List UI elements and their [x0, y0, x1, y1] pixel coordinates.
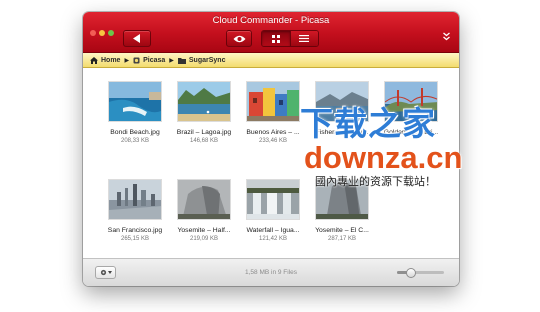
file-name: San Francisco.jpg — [107, 227, 163, 234]
breadcrumb-sugarsync[interactable]: SugarSync — [177, 56, 226, 64]
file-size: 208,33 KB — [120, 138, 150, 144]
file-name: Brazil – Lagoa.jpg — [176, 129, 232, 136]
list-view-icon — [299, 35, 310, 42]
breadcrumb-home-label: Home — [101, 56, 121, 64]
file-thumbnail — [246, 179, 300, 220]
file-thumbnail — [246, 81, 300, 122]
window-title: Cloud Commander - Picasa — [212, 15, 330, 26]
file-thumbnail — [177, 81, 231, 122]
file-name: Bondi Beach.jpg — [110, 129, 160, 136]
file-name: Yosemite – El C... — [315, 227, 369, 234]
file-size: 121,42 KB — [258, 236, 288, 242]
list-view-button[interactable] — [289, 31, 318, 46]
file-size: 146,68 KB — [189, 138, 219, 144]
file-thumbnail — [108, 81, 162, 122]
file-thumbnail — [108, 179, 162, 220]
file-size: 219,09 KB — [189, 236, 219, 242]
breadcrumb-sugarsync-label: SugarSync — [188, 56, 226, 64]
back-button[interactable] — [123, 30, 151, 47]
file-thumbnail — [177, 179, 231, 220]
zoom-window-button[interactable] — [108, 30, 114, 36]
watermark-domain: downza.cn — [304, 140, 463, 175]
chevrons-down-icon[interactable] — [443, 32, 450, 42]
file-name: Buenos Aires – ... — [246, 129, 300, 136]
breadcrumb-separator-icon: ▶ — [124, 57, 130, 64]
breadcrumb-picasa-label: Picasa — [143, 56, 166, 64]
title-bar: Cloud Commander - Picasa — [83, 12, 459, 53]
eye-icon — [233, 35, 245, 42]
file-name: Yosemite – Half... — [177, 227, 231, 234]
watermark-slogan: 國內專业的资源下载站！ — [315, 176, 436, 188]
file-name: Waterfall – Igua... — [246, 227, 300, 234]
file-size: 265,15 KB — [120, 236, 150, 242]
minimize-window-button[interactable] — [99, 30, 105, 36]
picasa-icon — [133, 57, 140, 63]
back-arrow-icon — [133, 34, 140, 43]
file-size: 233,46 KB — [258, 138, 288, 144]
close-window-button[interactable] — [90, 30, 96, 36]
breadcrumb-home[interactable]: Home — [90, 56, 121, 64]
file-item[interactable]: Buenos Aires – ... 233,46 KB — [239, 81, 307, 144]
view-mode-switch — [261, 30, 319, 47]
slider-knob[interactable] — [406, 268, 417, 278]
folder-icon — [177, 57, 186, 64]
thumbnail-size-slider[interactable] — [397, 268, 444, 278]
breadcrumb: Home ▶ Picasa ▶ SugarSync — [83, 53, 459, 68]
breadcrumb-picasa[interactable]: Picasa — [133, 57, 165, 64]
file-item[interactable]: Waterfall – Igua... 121,42 KB — [239, 179, 307, 242]
watermark-logo-text: 下载之家 — [300, 105, 436, 142]
file-item[interactable]: Bondi Beach.jpg 208,33 KB — [101, 81, 169, 144]
file-item[interactable]: San Francisco.jpg 265,15 KB — [101, 179, 169, 242]
file-size: 287,17 KB — [327, 236, 357, 242]
file-item[interactable]: Brazil – Lagoa.jpg 146,68 KB — [170, 81, 238, 144]
file-item[interactable]: Yosemite – Half... 219,09 KB — [170, 179, 238, 242]
grid-view-button[interactable] — [262, 31, 290, 46]
preview-button[interactable] — [226, 30, 252, 47]
home-icon — [90, 56, 98, 64]
grid-view-icon — [271, 34, 280, 43]
breadcrumb-separator-icon: ▶ — [169, 57, 174, 64]
status-bar: 1,58 MB in 9 Files — [83, 258, 459, 286]
